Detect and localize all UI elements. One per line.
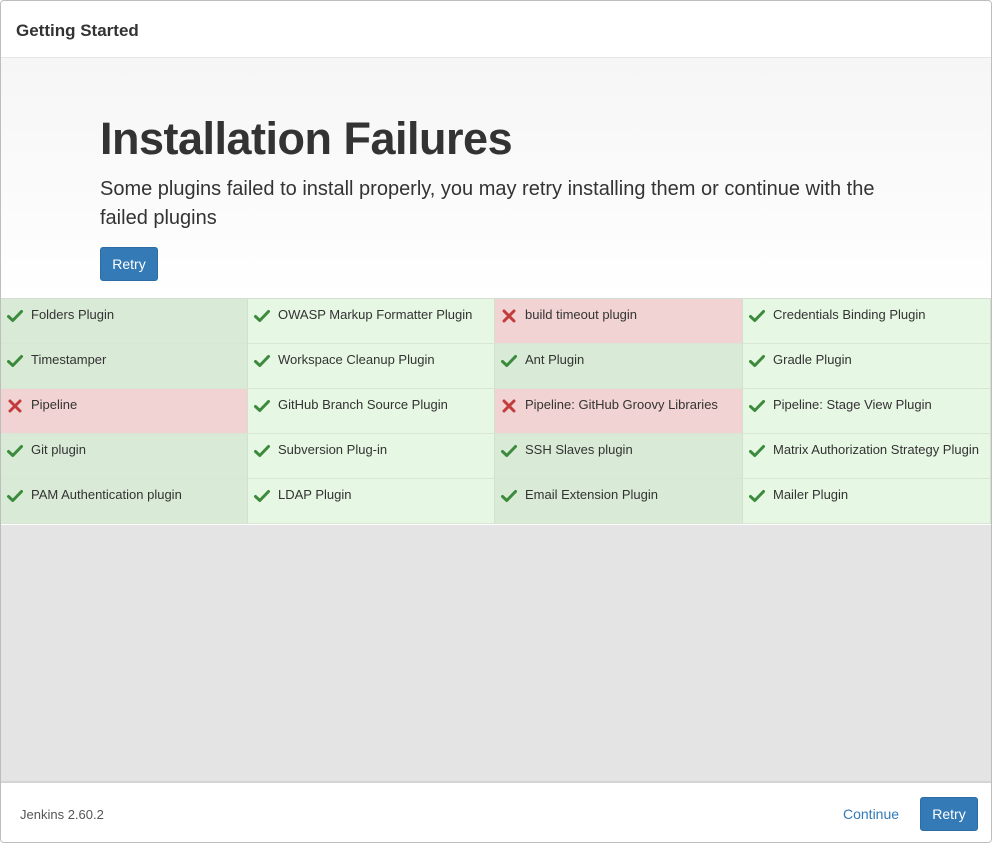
plugin-item: Mailer Plugin [743, 479, 991, 524]
content-empty-area [1, 525, 991, 781]
plugin-item: Timestamper [1, 344, 248, 389]
checkmark-icon [254, 310, 270, 322]
checkmark-icon [501, 355, 517, 367]
plugin-item: Gradle Plugin [743, 344, 991, 389]
plugin-item: Workspace Cleanup Plugin [248, 344, 495, 389]
plugin-item: Ant Plugin [495, 344, 743, 389]
plugin-name: Pipeline: GitHub Groovy Libraries [525, 397, 718, 412]
checkmark-icon [749, 310, 765, 322]
plugin-name: Gradle Plugin [773, 352, 852, 367]
plugin-name: Mailer Plugin [773, 487, 849, 502]
retry-button[interactable]: Retry [100, 247, 158, 281]
checkmark-icon [7, 355, 23, 367]
plugin-name: Timestamper [31, 352, 107, 367]
version-label: Jenkins 2.60.2 [20, 807, 104, 822]
plugin-name: GitHub Branch Source Plugin [278, 397, 448, 412]
plugin-status-grid: Folders Plugin OWASP Markup Formatter Plu… [1, 298, 991, 524]
plugin-name: Workspace Cleanup Plugin [278, 352, 435, 367]
dialog-title: Getting Started [16, 21, 139, 40]
plugin-name: Pipeline [31, 397, 78, 412]
plugin-item: Folders Plugin [1, 299, 248, 344]
plugin-name: LDAP Plugin [278, 487, 352, 502]
cross-icon [502, 399, 516, 413]
setup-wizard-dialog: Getting Started Installation Failures So… [0, 0, 992, 843]
checkmark-icon [254, 490, 270, 502]
plugin-item: PAM Authentication plugin [1, 479, 248, 524]
checkmark-icon [254, 400, 270, 412]
plugin-item: LDAP Plugin [248, 479, 495, 524]
plugin-item: Pipeline [1, 389, 248, 434]
page-title: Installation Failures [100, 113, 513, 164]
checkmark-icon [254, 445, 270, 457]
checkmark-icon [254, 355, 270, 367]
plugin-name: Email Extension Plugin [525, 487, 658, 502]
dialog-footer: Jenkins 2.60.2 Continue Retry [1, 781, 991, 842]
plugin-name: Folders Plugin [31, 307, 115, 322]
checkmark-icon [501, 490, 517, 502]
plugin-name: Credentials Binding Plugin [773, 307, 926, 322]
plugin-item: Credentials Binding Plugin [743, 299, 991, 344]
plugin-name: build timeout plugin [525, 307, 638, 322]
plugin-item: Subversion Plug-in [248, 434, 495, 479]
plugin-name: Ant Plugin [525, 352, 585, 367]
plugin-item: GitHub Branch Source Plugin [248, 389, 495, 434]
page-subtitle: Some plugins failed to install properly,… [100, 178, 875, 229]
checkmark-icon [7, 445, 23, 457]
plugin-name: Subversion Plug-in [278, 442, 388, 457]
cross-icon [502, 309, 516, 323]
dialog-header: Getting Started [1, 1, 991, 58]
plugin-name: SSH Slaves plugin [525, 442, 633, 457]
footer-retry-button[interactable]: Retry [920, 797, 978, 831]
plugin-name: PAM Authentication plugin [31, 487, 182, 502]
checkmark-icon [7, 490, 23, 502]
plugin-item: OWASP Markup Formatter Plugin [248, 299, 495, 344]
checkmark-icon [749, 445, 765, 457]
plugin-item: Git plugin [1, 434, 248, 479]
plugin-item: SSH Slaves plugin [495, 434, 743, 479]
cross-icon [8, 399, 22, 413]
checkmark-icon [749, 400, 765, 412]
plugin-name: Git plugin [31, 442, 86, 457]
checkmark-icon [7, 310, 23, 322]
plugin-item: Pipeline: GitHub Groovy Libraries [495, 389, 743, 434]
hero-section: Installation Failures Some plugins faile… [1, 58, 991, 298]
plugin-item: build timeout plugin [495, 299, 743, 344]
checkmark-icon [749, 355, 765, 367]
checkmark-icon [749, 490, 765, 502]
plugin-name: Pipeline: Stage View Plugin [773, 397, 932, 412]
continue-link[interactable]: Continue [843, 806, 899, 822]
plugin-name: Matrix Authorization Strategy Plugin [773, 442, 979, 457]
plugin-item: Email Extension Plugin [495, 479, 743, 524]
plugin-item: Pipeline: Stage View Plugin [743, 389, 991, 434]
plugin-name: OWASP Markup Formatter Plugin [278, 307, 473, 322]
plugin-item: Matrix Authorization Strategy Plugin [743, 434, 991, 479]
checkmark-icon [501, 445, 517, 457]
